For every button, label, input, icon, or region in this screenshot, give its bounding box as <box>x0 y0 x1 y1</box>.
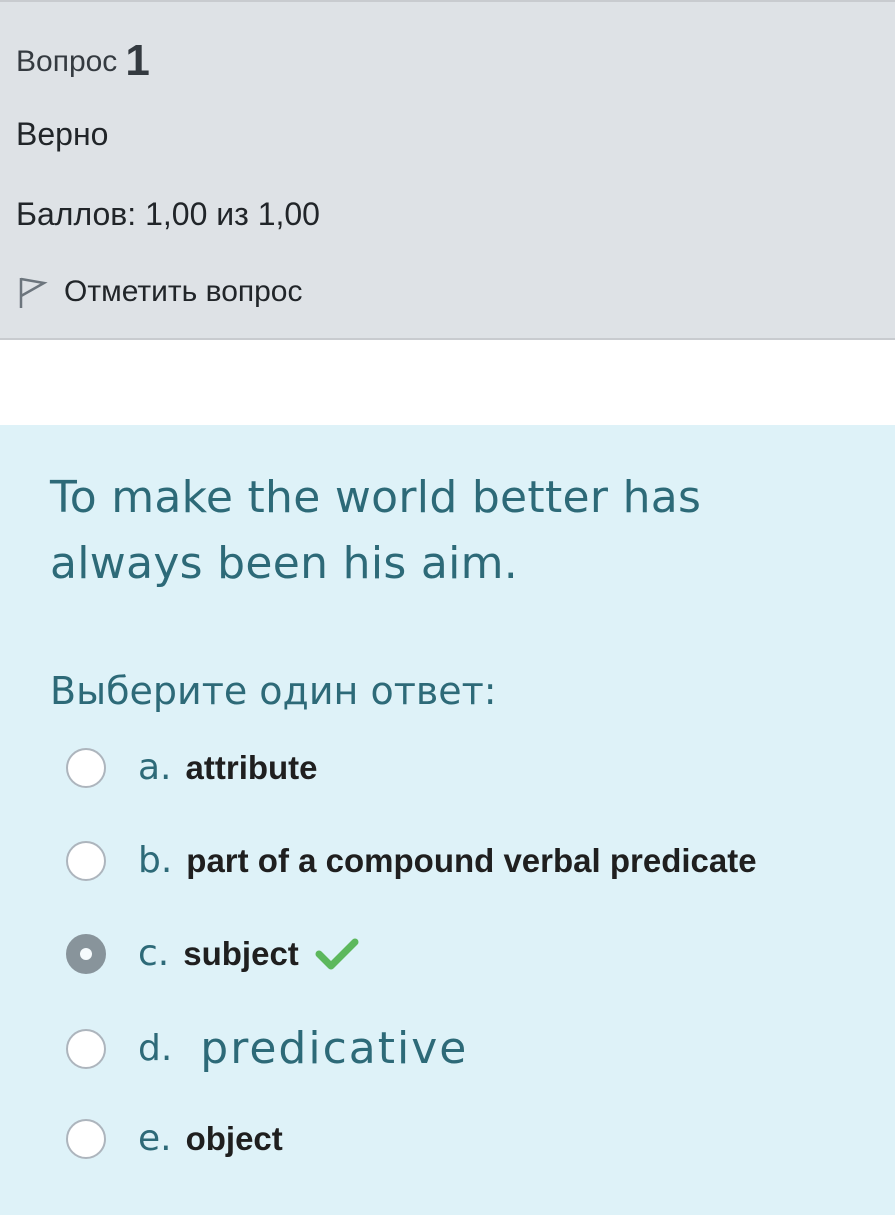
option-text: subject <box>183 934 299 972</box>
radio-option-a[interactable] <box>66 747 106 788</box>
option-letter: a. <box>138 747 172 788</box>
question-info-panel: Вопрос 1 Верно Баллов: 1,00 из 1,00 Отмет… <box>0 0 895 340</box>
answer-prompt: Выберите один ответ: <box>50 669 497 713</box>
flag-question-button[interactable]: Отметить вопрос <box>16 274 303 310</box>
radio-option-d[interactable] <box>66 1028 106 1069</box>
radio-option-b[interactable] <box>66 840 106 881</box>
checkmark-icon <box>315 936 359 972</box>
option-text: part of a compound verbal predicate <box>186 841 757 879</box>
question-grade: Баллов: 1,00 из 1,00 <box>16 196 320 232</box>
option-letter: e. <box>138 1118 172 1159</box>
question-text: To make the world better has always been… <box>50 472 702 589</box>
answer-option-a[interactable]: a. attribute <box>66 747 318 788</box>
radio-option-e[interactable] <box>66 1118 106 1159</box>
question-formulation: To make the world better has always been… <box>0 425 895 1215</box>
answer-option-b[interactable]: b. part of a compound verbal predicate <box>66 840 757 881</box>
flag-icon <box>16 274 48 310</box>
question-label: Вопрос <box>16 45 118 78</box>
option-text: attribute <box>185 748 318 786</box>
question-number: 1 <box>125 36 150 85</box>
option-text: predicative <box>200 1023 469 1074</box>
option-letter: b. <box>138 840 173 881</box>
question-title: Вопрос 1 <box>16 32 150 85</box>
answer-option-c[interactable]: c. subject <box>66 933 359 974</box>
option-letter: d. <box>138 1028 173 1069</box>
option-text: object <box>185 1119 283 1157</box>
option-letter: c. <box>138 933 170 974</box>
question-state: Верно <box>16 116 109 152</box>
answer-option-d[interactable]: d. predicative <box>66 1023 468 1074</box>
radio-option-c-selected[interactable] <box>66 933 106 974</box>
flag-question-label: Отметить вопрос <box>64 275 303 308</box>
answer-option-e[interactable]: e. object <box>66 1118 283 1159</box>
